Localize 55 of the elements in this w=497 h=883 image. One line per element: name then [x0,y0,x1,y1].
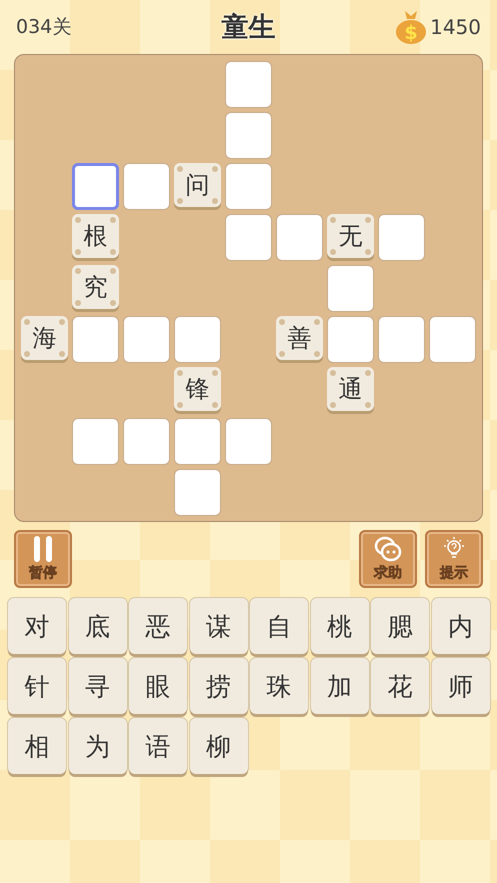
character-tile: 通 [327,367,374,411]
character-tile: 锋 [174,367,221,411]
letter-tile[interactable]: 珠 [250,658,308,714]
answer-slot[interactable] [174,469,221,516]
letter-tile[interactable]: 腮 [371,598,429,654]
answer-slot[interactable] [378,214,425,261]
answer-slot[interactable] [123,316,170,363]
level-label: 034关 [16,15,72,40]
money-bag-icon [396,11,426,44]
answer-slot[interactable] [327,265,374,312]
answer-slot[interactable] [429,316,476,363]
letter-tile[interactable]: 柳 [190,718,248,774]
dollar-sign: $ [404,22,418,44]
answer-slot[interactable] [225,163,272,210]
answer-slot[interactable] [327,316,374,363]
letter-tile[interactable]: 捞 [190,658,248,714]
letter-tile[interactable]: 恶 [129,598,187,654]
answer-slot[interactable] [225,112,272,159]
character-tile: 善 [276,316,323,360]
character-tile: 无 [327,214,374,258]
coin-count: 1450 [430,15,481,39]
answer-slot[interactable] [72,316,119,363]
character-tile: 海 [21,316,68,360]
letter-tile[interactable]: 加 [310,658,368,714]
letter-tile[interactable]: 寻 [68,658,126,714]
character-tile: 问 [174,163,221,207]
letter-tile[interactable]: 谋 [190,598,248,654]
letter-tile[interactable]: 底 [68,598,126,654]
pause-icon [32,536,54,562]
character-tile: 究 [72,265,119,309]
letter-tile[interactable]: 眼 [129,658,187,714]
answer-slot[interactable] [174,316,221,363]
letter-tile[interactable]: 自 [250,598,308,654]
answer-slot[interactable] [72,163,119,210]
answer-slot[interactable] [123,163,170,210]
chat-bubbles-icon [374,536,402,562]
letter-tile[interactable]: 内 [432,598,490,654]
answer-slot[interactable] [225,418,272,465]
answer-slot[interactable] [225,214,272,261]
answer-slot[interactable] [123,418,170,465]
rank-title: 童生 [222,11,276,45]
letter-tile[interactable]: 花 [371,658,429,714]
answer-slot[interactable] [225,61,272,108]
answer-slot[interactable] [72,418,119,465]
answer-slot[interactable] [276,214,323,261]
letter-tile[interactable]: 师 [432,658,490,714]
letter-tile[interactable]: 为 [68,718,126,774]
character-tile: 根 [72,214,119,258]
letter-tile[interactable]: 桃 [310,598,368,654]
letter-tile[interactable]: 相 [8,718,66,774]
letter-tile[interactable]: 对 [8,598,66,654]
answer-slot[interactable] [174,418,221,465]
answer-slot[interactable] [378,316,425,363]
letter-tile[interactable]: 针 [8,658,66,714]
letter-tile[interactable]: 语 [129,718,187,774]
